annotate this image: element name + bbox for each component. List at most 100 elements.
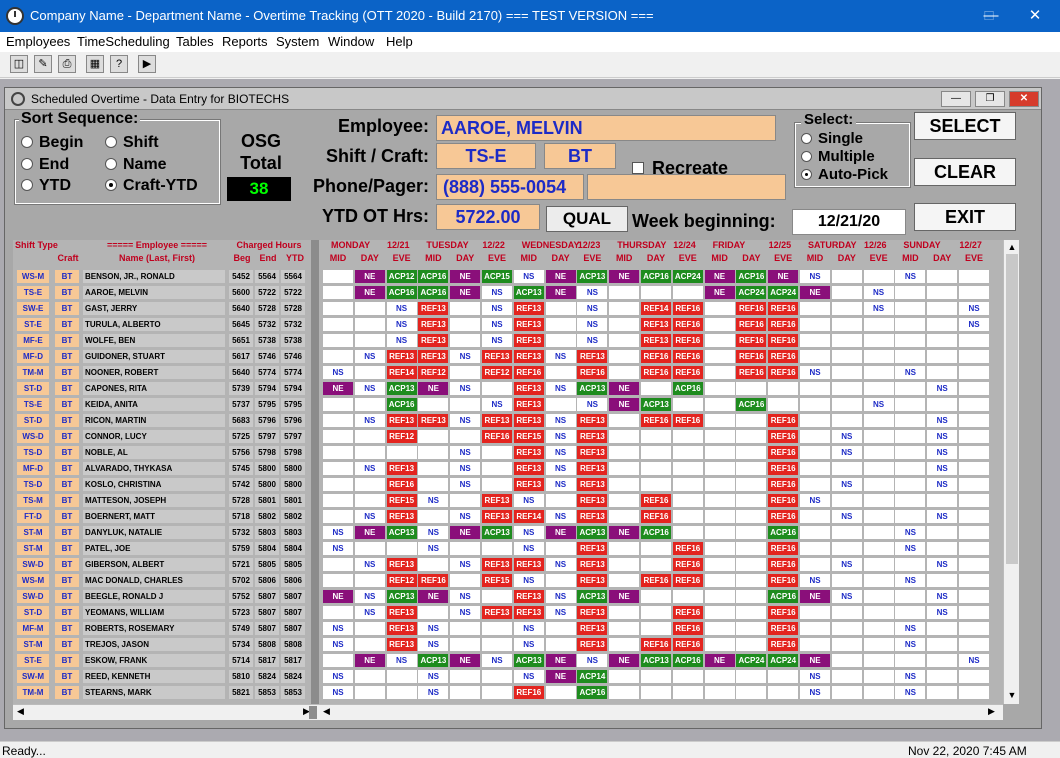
schedule-cell[interactable]: NS xyxy=(577,318,608,331)
schedule-cell[interactable] xyxy=(704,494,735,507)
schedule-cell[interactable]: NS xyxy=(927,382,958,395)
schedule-cell[interactable]: ACP13 xyxy=(577,270,608,283)
schedule-cell[interactable] xyxy=(609,558,640,571)
schedule-cell[interactable] xyxy=(323,574,353,587)
schedule-cell[interactable] xyxy=(704,462,735,475)
schedule-cell[interactable]: NE xyxy=(704,270,735,283)
schedule-cell[interactable] xyxy=(895,478,926,491)
employee-name-field[interactable]: AAROE, MELVIN xyxy=(436,115,776,141)
schedule-cell[interactable]: REF12 xyxy=(386,574,417,587)
schedule-cell[interactable] xyxy=(641,462,671,475)
schedule-cell[interactable] xyxy=(895,606,926,619)
employee-name-cell[interactable]: CONNOR, LUCY xyxy=(83,430,225,443)
schedule-cell[interactable] xyxy=(959,494,989,507)
schedule-cell[interactable] xyxy=(418,398,449,411)
schedule-cell[interactable] xyxy=(482,478,512,491)
schedule-cell[interactable] xyxy=(323,286,353,299)
schedule-cell[interactable] xyxy=(736,574,767,587)
schedule-cell[interactable] xyxy=(800,622,830,635)
schedule-cell[interactable] xyxy=(323,430,353,443)
schedule-cell[interactable]: NS xyxy=(863,286,894,299)
schedule-cell[interactable]: NS xyxy=(577,302,608,315)
grid-icon[interactable]: ▦ xyxy=(86,55,104,73)
schedule-cell[interactable] xyxy=(450,430,481,443)
schedule-cell[interactable] xyxy=(959,462,989,475)
schedule-cell[interactable]: NE xyxy=(545,286,576,299)
schedule-cell[interactable] xyxy=(863,446,894,459)
schedule-cell[interactable]: NS xyxy=(513,494,544,507)
schedule-cell[interactable]: NS xyxy=(323,526,353,539)
schedule-cell[interactable] xyxy=(672,670,703,683)
schedule-cell[interactable]: ACP13 xyxy=(513,286,544,299)
schedule-cell[interactable]: REF16 xyxy=(672,350,703,363)
schedule-cell[interactable] xyxy=(672,430,703,443)
schedule-cell[interactable] xyxy=(323,414,353,427)
schedule-cell[interactable] xyxy=(450,494,481,507)
schedule-cell[interactable]: NS xyxy=(418,622,449,635)
schedule-cell[interactable]: NS xyxy=(482,302,512,315)
schedule-cell[interactable] xyxy=(927,270,958,283)
schedule-cell[interactable]: NE xyxy=(354,270,385,283)
schedule-cell[interactable] xyxy=(323,510,353,523)
schedule-cell[interactable] xyxy=(927,542,958,555)
schedule-cell[interactable]: REF13 xyxy=(577,638,608,651)
schedule-cell[interactable]: NS xyxy=(450,446,481,459)
schedule-cell[interactable] xyxy=(450,318,481,331)
schedule-cell[interactable]: REF13 xyxy=(513,382,544,395)
schedule-cell[interactable] xyxy=(482,382,512,395)
schedule-cell[interactable]: REF13 xyxy=(418,334,449,347)
exit-button[interactable]: EXIT xyxy=(914,203,1016,231)
schedule-cell[interactable]: REF13 xyxy=(386,510,417,523)
schedule-cell[interactable] xyxy=(863,638,894,651)
schedule-cell[interactable] xyxy=(545,366,576,379)
schedule-cell[interactable] xyxy=(545,398,576,411)
schedule-cell[interactable]: NS xyxy=(386,334,417,347)
schedule-cell[interactable] xyxy=(609,510,640,523)
schedule-cell[interactable]: REF14 xyxy=(641,302,671,315)
scroll-up-icon[interactable]: ▲ xyxy=(1004,242,1020,252)
schedule-cell[interactable] xyxy=(672,590,703,603)
schedule-cell[interactable]: NS xyxy=(895,526,926,539)
schedule-cell[interactable]: REF13 xyxy=(482,510,512,523)
schedule-cell[interactable] xyxy=(927,398,958,411)
schedule-cell[interactable]: ACP24 xyxy=(736,286,767,299)
schedule-cell[interactable] xyxy=(800,638,830,651)
schedule-cell[interactable]: ACP16 xyxy=(641,270,671,283)
schedule-cell[interactable]: NS xyxy=(800,270,830,283)
schedule-cell[interactable]: NS xyxy=(513,574,544,587)
employee-name-cell[interactable]: RICON, MARTIN xyxy=(83,414,225,427)
schedule-cell[interactable]: REF16 xyxy=(641,366,671,379)
schedule-cell[interactable]: NS xyxy=(513,270,544,283)
schedule-cell[interactable]: NS xyxy=(895,366,926,379)
schedule-cell[interactable] xyxy=(895,414,926,427)
schedule-cell[interactable] xyxy=(354,574,385,587)
schedule-cell[interactable] xyxy=(704,606,735,619)
select-button[interactable]: SELECT xyxy=(914,112,1016,140)
schedule-cell[interactable] xyxy=(863,318,894,331)
schedule-cell[interactable]: NE xyxy=(545,670,576,683)
schedule-cell[interactable] xyxy=(736,494,767,507)
schedule-cell[interactable] xyxy=(831,286,862,299)
schedule-cell[interactable]: REF16 xyxy=(736,366,767,379)
schedule-cell[interactable] xyxy=(927,670,958,683)
schedule-cell[interactable] xyxy=(736,606,767,619)
schedule-cell[interactable]: REF13 xyxy=(577,606,608,619)
schedule-cell[interactable] xyxy=(959,446,989,459)
schedule-cell[interactable] xyxy=(641,446,671,459)
schedule-cell[interactable]: REF16 xyxy=(768,302,799,315)
schedule-cell[interactable]: NS xyxy=(386,302,417,315)
shift-field[interactable]: TS-E xyxy=(436,143,536,169)
schedule-cell[interactable] xyxy=(672,286,703,299)
employee-name-cell[interactable]: KOSLO, CHRISTINA xyxy=(83,478,225,491)
splitter-handle[interactable] xyxy=(309,706,317,719)
schedule-cell[interactable] xyxy=(768,398,799,411)
schedule-cell[interactable]: NE xyxy=(609,526,640,539)
schedule-cell[interactable] xyxy=(641,622,671,635)
employee-name-cell[interactable]: NOBLE, AL xyxy=(83,446,225,459)
employee-name-cell[interactable]: GIBERSON, ALBERT xyxy=(83,558,225,571)
schedule-cell[interactable] xyxy=(800,414,830,427)
schedule-cell[interactable] xyxy=(927,366,958,379)
schedule-cell[interactable]: NS xyxy=(927,478,958,491)
schedule-cell[interactable]: REF16 xyxy=(736,334,767,347)
schedule-cell[interactable] xyxy=(863,558,894,571)
